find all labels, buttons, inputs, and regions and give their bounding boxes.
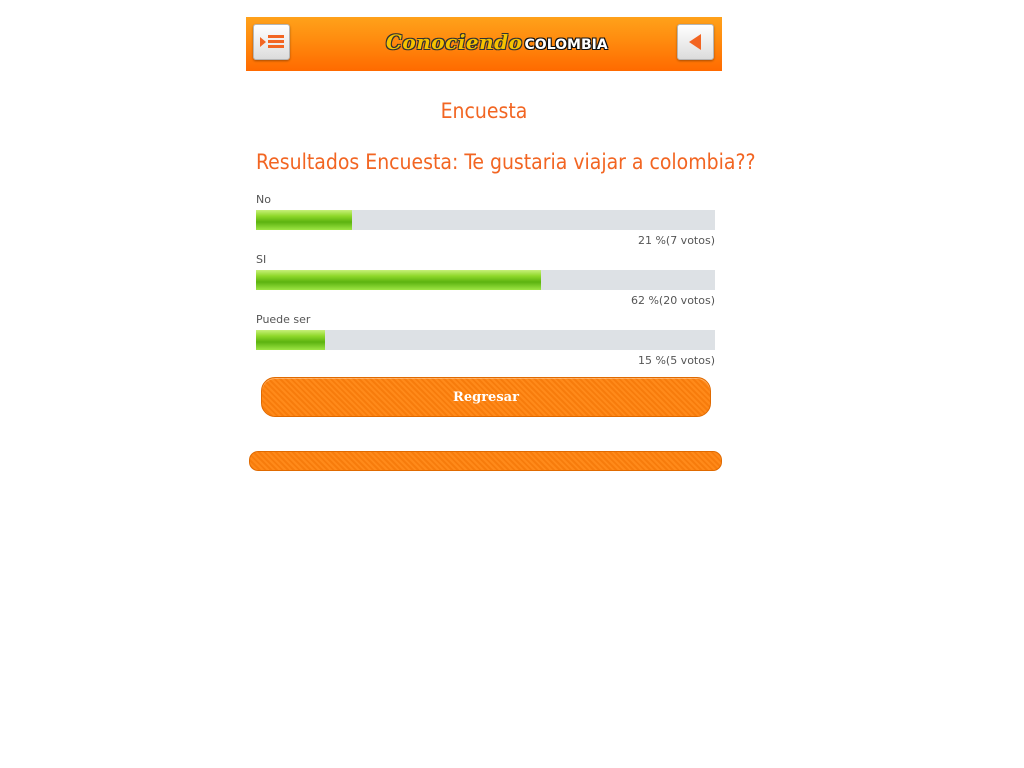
poll-option-result: 62 %(20 votos) — [630, 294, 715, 307]
logo-word-text: COLOMBIA — [524, 37, 608, 53]
menu-button[interactable] — [253, 24, 290, 60]
poll-option-label: SI — [256, 253, 267, 266]
poll-bar-track — [256, 210, 715, 230]
poll-option: SI 62 %(20 votos) — [256, 253, 715, 313]
poll-option-result: 21 %(7 votos) — [637, 234, 715, 247]
footer-bar — [249, 451, 722, 471]
site-logo[interactable]: Conociendo COLOMBIA — [386, 30, 608, 60]
poll-bar-fill — [256, 270, 541, 290]
poll-bar-fill — [256, 210, 353, 230]
page-title: Encuesta — [440, 99, 528, 123]
poll-bar-track — [256, 330, 715, 350]
back-arrow-icon — [689, 34, 701, 50]
poll-bar-track — [256, 270, 715, 290]
regresar-button[interactable]: Regresar — [261, 377, 711, 417]
poll-option-label: No — [256, 193, 271, 206]
logo-script-text: Conociendo — [386, 30, 523, 54]
menu-icon — [260, 35, 284, 49]
app-container: Conociendo COLOMBIA Encuesta Resultados E… — [246, 17, 756, 471]
poll-results: No 21 %(7 votos) SI 62 %(20 votos) Puede… — [256, 193, 715, 373]
poll-bar-fill — [256, 330, 325, 350]
poll-option: No 21 %(7 votos) — [256, 193, 715, 253]
poll-option: Puede ser 15 %(5 votos) — [256, 313, 715, 373]
poll-option-result: 15 %(5 votos) — [637, 354, 715, 367]
poll-option-label: Puede ser — [256, 313, 311, 326]
back-button[interactable] — [677, 24, 714, 60]
header-bar: Conociendo COLOMBIA — [246, 17, 722, 71]
poll-question: Resultados Encuesta: Te gustaria viajar … — [256, 150, 756, 174]
